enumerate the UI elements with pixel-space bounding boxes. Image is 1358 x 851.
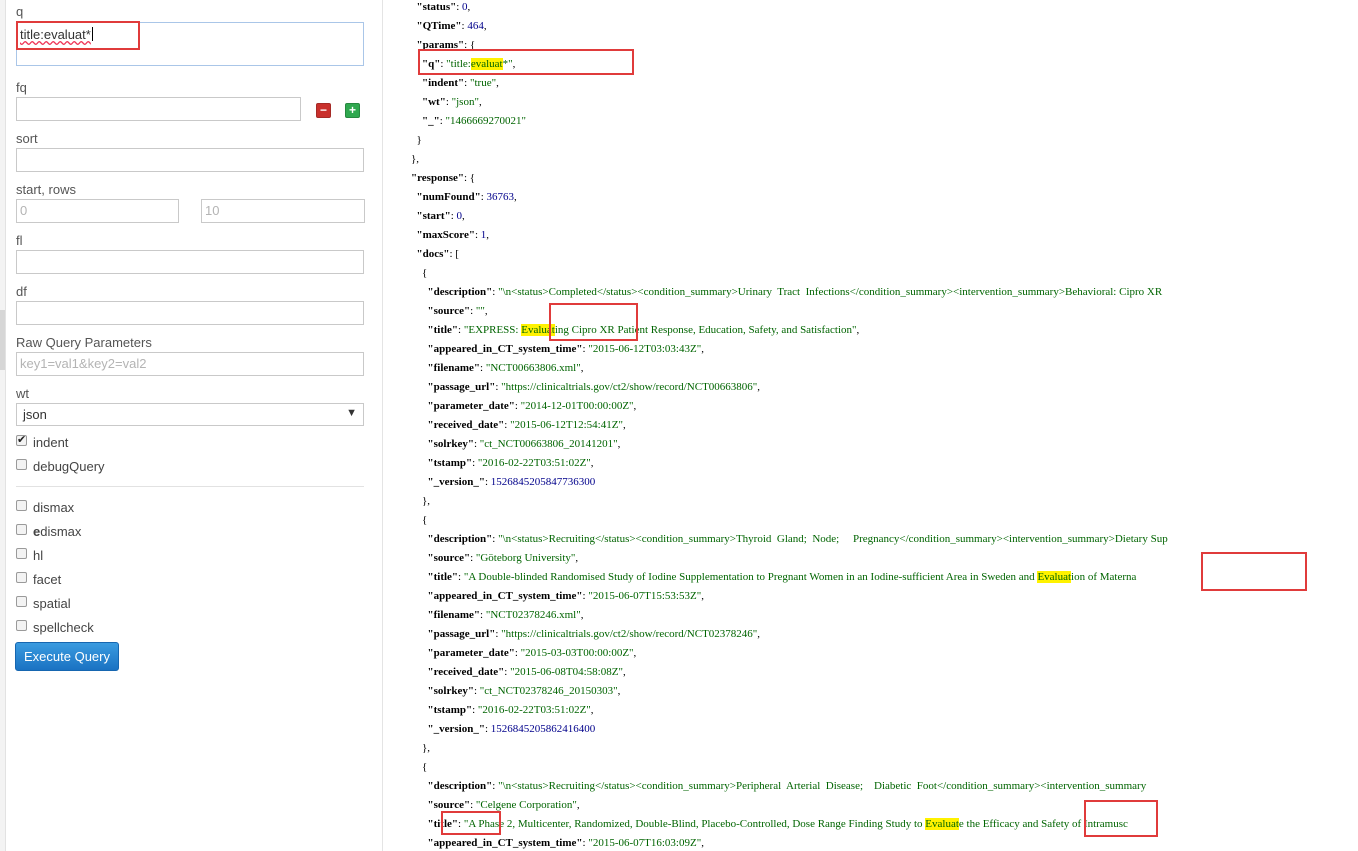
json-line: "description": "\n<status>Completed</sta… bbox=[427, 286, 1163, 298]
json-line: "title": "EXPRESS: Evaluating Cipro XR P… bbox=[427, 324, 860, 336]
json-line: }, bbox=[411, 742, 431, 754]
json-line: { bbox=[411, 514, 428, 526]
fq-input[interactable] bbox=[16, 97, 301, 121]
json-line: "title": "A Phase 2, Multicenter, Random… bbox=[427, 818, 1128, 830]
json-line: "received_date": "2015-06-12T12:54:41Z", bbox=[427, 419, 626, 431]
json-line: "description": "\n<status>Recruiting</st… bbox=[427, 780, 1147, 792]
edismax-checkbox[interactable] bbox=[16, 524, 27, 535]
json-line: "numFound": 36763, bbox=[416, 191, 517, 203]
dismax-label: dismax bbox=[33, 500, 75, 515]
spatial-label: spatial bbox=[33, 596, 71, 611]
start-input[interactable]: 0 bbox=[16, 199, 179, 223]
sort-input[interactable] bbox=[16, 148, 364, 172]
rows-input[interactable]: 10 bbox=[201, 199, 365, 223]
indent-label: indent bbox=[33, 435, 69, 450]
json-line: "status": 0, bbox=[416, 1, 471, 13]
json-line: "maxScore": 1, bbox=[416, 229, 490, 241]
json-line: "description": "\n<status>Recruiting</st… bbox=[427, 533, 1168, 545]
wt-label: wt bbox=[16, 386, 29, 401]
fq-add-icon[interactable]: + bbox=[345, 103, 360, 118]
json-line: "filename": "NCT02378246.xml", bbox=[427, 609, 584, 621]
debugquery-checkbox[interactable] bbox=[16, 459, 27, 470]
json-line: "_": "1466669270021" bbox=[422, 115, 527, 127]
json-line: "response": { bbox=[411, 172, 476, 184]
json-line: }, bbox=[411, 495, 431, 507]
edismax-label: edismax bbox=[33, 524, 82, 539]
json-line: "_version_": 1526845205862416400 bbox=[427, 723, 596, 735]
json-line: "start": 0, bbox=[416, 210, 465, 222]
sort-label: sort bbox=[16, 131, 38, 146]
json-line: "wt": "json", bbox=[422, 96, 482, 108]
json-line: "indent": "true", bbox=[422, 77, 499, 89]
json-line: "parameter_date": "2014-12-01T00:00:00Z"… bbox=[427, 400, 637, 412]
json-line: "source": "Göteborg University", bbox=[427, 552, 579, 564]
json-line: "passage_url": "https://clinicaltrials.g… bbox=[427, 628, 761, 640]
json-response-panel[interactable]: "status": 0, "QTime": 464, "params": { "… bbox=[383, 0, 1358, 851]
json-line: "received_date": "2015-06-08T04:58:08Z", bbox=[427, 666, 626, 678]
json-line: "source": "Celgene Corporation", bbox=[427, 799, 580, 811]
facet-checkbox[interactable] bbox=[16, 572, 27, 583]
json-line: "params": { bbox=[416, 39, 476, 51]
fq-label: fq bbox=[16, 80, 27, 95]
raw-query-input[interactable]: key1=val1&key2=val2 bbox=[16, 352, 364, 376]
dropdown-arrow-icon: ▼ bbox=[346, 407, 357, 419]
json-line: "solrkey": "ct_NCT00663806_20141201", bbox=[427, 438, 621, 450]
spatial-checkbox[interactable] bbox=[16, 596, 27, 607]
json-line: "source": "", bbox=[427, 305, 488, 317]
hl-checkbox[interactable] bbox=[16, 548, 27, 559]
json-line: "title": "A Double-blinded Randomised St… bbox=[427, 571, 1137, 583]
query-form-panel: q title:evaluat* fq − + sort start, rows… bbox=[0, 0, 383, 851]
json-line: "solrkey": "ct_NCT02378246_20150303", bbox=[427, 685, 621, 697]
indent-checkbox[interactable]: ✔ bbox=[16, 434, 27, 446]
left-edge-bar bbox=[0, 0, 6, 851]
dismax-checkbox[interactable] bbox=[16, 500, 27, 511]
q-input[interactable]: title:evaluat* bbox=[16, 22, 364, 66]
df-input[interactable] bbox=[16, 301, 364, 325]
form-divider bbox=[16, 486, 364, 487]
df-label: df bbox=[16, 284, 27, 299]
json-line: { bbox=[411, 267, 428, 279]
spellcheck-label: spellcheck bbox=[33, 620, 94, 635]
facet-label: facet bbox=[33, 572, 62, 587]
json-line: }, bbox=[411, 153, 420, 165]
json-line: "docs": [ bbox=[416, 248, 459, 260]
fl-input[interactable] bbox=[16, 250, 364, 274]
q-input-value: title:evaluat* bbox=[20, 27, 91, 42]
json-line: "appeared_in_CT_system_time": "2015-06-1… bbox=[427, 343, 704, 355]
json-line: "tstamp": "2016-02-22T03:51:02Z", bbox=[427, 704, 594, 716]
json-line: "appeared_in_CT_system_time": "2015-06-0… bbox=[427, 837, 704, 849]
wt-select[interactable]: json ▼ bbox=[16, 403, 364, 426]
json-line: "_version_": 1526845205847736300 bbox=[427, 476, 596, 488]
execute-query-button[interactable]: Execute Query bbox=[15, 642, 119, 671]
q-label: q bbox=[16, 4, 24, 19]
json-line: } bbox=[411, 134, 422, 146]
json-line: "q": "title:evaluat*", bbox=[422, 58, 516, 70]
text-caret bbox=[92, 27, 93, 41]
json-line: "filename": "NCT00663806.xml", bbox=[427, 362, 584, 374]
json-line: "QTime": 464, bbox=[416, 20, 487, 32]
checkmark-icon: ✔ bbox=[17, 434, 27, 446]
json-line: "parameter_date": "2015-03-03T00:00:00Z"… bbox=[427, 647, 637, 659]
json-line: "passage_url": "https://clinicaltrials.g… bbox=[427, 381, 761, 393]
wt-select-value: json bbox=[23, 407, 47, 422]
hl-label: hl bbox=[33, 548, 44, 563]
debugquery-label: debugQuery bbox=[33, 459, 105, 474]
json-line: "appeared_in_CT_system_time": "2015-06-0… bbox=[427, 590, 704, 602]
fq-remove-icon[interactable]: − bbox=[316, 103, 331, 118]
spellcheck-checkbox[interactable] bbox=[16, 620, 27, 631]
fl-label: fl bbox=[16, 233, 23, 248]
json-line: { bbox=[411, 761, 428, 773]
json-line: "tstamp": "2016-02-22T03:51:02Z", bbox=[427, 457, 594, 469]
raw-query-label: Raw Query Parameters bbox=[16, 335, 152, 350]
start-rows-label: start, rows bbox=[16, 182, 76, 197]
